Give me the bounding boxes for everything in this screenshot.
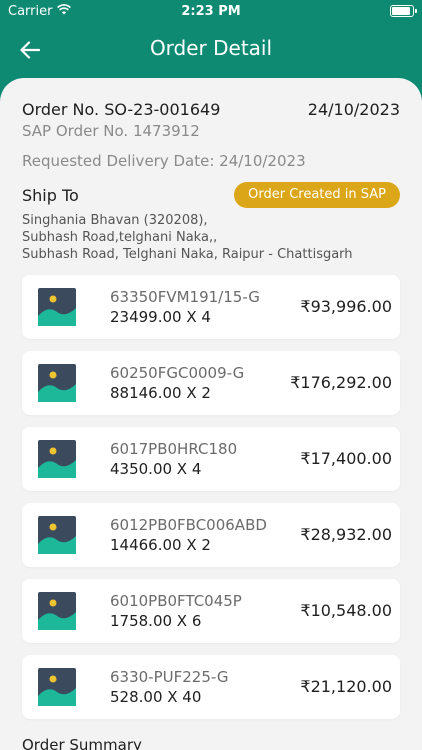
item-sku: 6017PB0HRC180 [110, 440, 238, 458]
image-placeholder-icon [38, 668, 76, 706]
item-sku: 60250FGC0009-G [110, 364, 245, 382]
item-amount: ₹176,292.00 [290, 373, 392, 392]
image-placeholder-icon [38, 288, 76, 326]
list-item[interactable]: 6330-PUF225-G 528.00 X 40 ₹21,120.00 [22, 655, 400, 719]
nav-bar: Order Detail [0, 24, 422, 80]
order-items-list: 63350FVM191/15-G 23499.00 X 4 ₹93,996.00… [22, 275, 400, 731]
item-sku: 63350FVM191/15-G [110, 288, 260, 306]
image-placeholder-icon [38, 516, 76, 554]
ship-to-label: Ship To [22, 186, 79, 205]
order-detail-sheet: Order No. SO-23-001649 24/10/2023 SAP Or… [0, 78, 422, 750]
item-sku: 6330-PUF225-G [110, 668, 229, 686]
status-bar: Carrier 2:23 PM [0, 0, 422, 24]
item-sku: 6010PB0FTC045P [110, 592, 242, 610]
list-item[interactable]: 6017PB0HRC180 4350.00 X 4 ₹17,400.00 [22, 427, 400, 491]
battery-icon [390, 5, 417, 17]
list-item[interactable]: 60250FGC0009-G 88146.00 X 2 ₹176,292.00 [22, 351, 400, 415]
order-summary-heading: Order Summary [22, 736, 142, 750]
address-line: Subhash Road, Telghani Naka, Raipur - Ch… [22, 247, 353, 262]
item-amount: ₹10,548.00 [300, 601, 392, 620]
address-line: Subhash Road,telghani Naka,, [22, 230, 218, 245]
item-quantity: 14466.00 X 2 [110, 536, 211, 554]
image-placeholder-icon [38, 592, 76, 630]
item-quantity: 528.00 X 40 [110, 688, 202, 706]
address-line: Singhania Bhavan (320208), [22, 213, 208, 228]
item-sku: 6012PB0FBC006ABD [110, 516, 267, 534]
image-placeholder-icon [38, 364, 76, 402]
page-title: Order Detail [149, 36, 273, 60]
status-badge: Order Created in SAP [234, 182, 400, 208]
ship-to-address: Singhania Bhavan (320208), Subhash Road,… [22, 212, 353, 263]
order-date: 24/10/2023 [307, 100, 400, 119]
sap-order-number: SAP Order No. 1473912 [22, 122, 200, 140]
status-time: 2:23 PM [181, 4, 241, 19]
item-quantity: 88146.00 X 2 [110, 384, 211, 402]
item-amount: ₹93,996.00 [300, 297, 392, 316]
list-item[interactable]: 6012PB0FBC006ABD 14466.00 X 2 ₹28,932.00 [22, 503, 400, 567]
requested-delivery-date: Requested Delivery Date: 24/10/2023 [22, 152, 306, 170]
item-quantity: 23499.00 X 4 [110, 308, 211, 326]
order-number: Order No. SO-23-001649 [22, 100, 221, 119]
image-placeholder-icon [38, 440, 76, 478]
list-item[interactable]: 6010PB0FTC045P 1758.00 X 6 ₹10,548.00 [22, 579, 400, 643]
item-amount: ₹21,120.00 [300, 677, 392, 696]
item-amount: ₹28,932.00 [300, 525, 392, 544]
item-quantity: 4350.00 X 4 [110, 460, 202, 478]
item-quantity: 1758.00 X 6 [110, 612, 202, 630]
list-item[interactable]: 63350FVM191/15-G 23499.00 X 4 ₹93,996.00 [22, 275, 400, 339]
item-amount: ₹17,400.00 [300, 449, 392, 468]
